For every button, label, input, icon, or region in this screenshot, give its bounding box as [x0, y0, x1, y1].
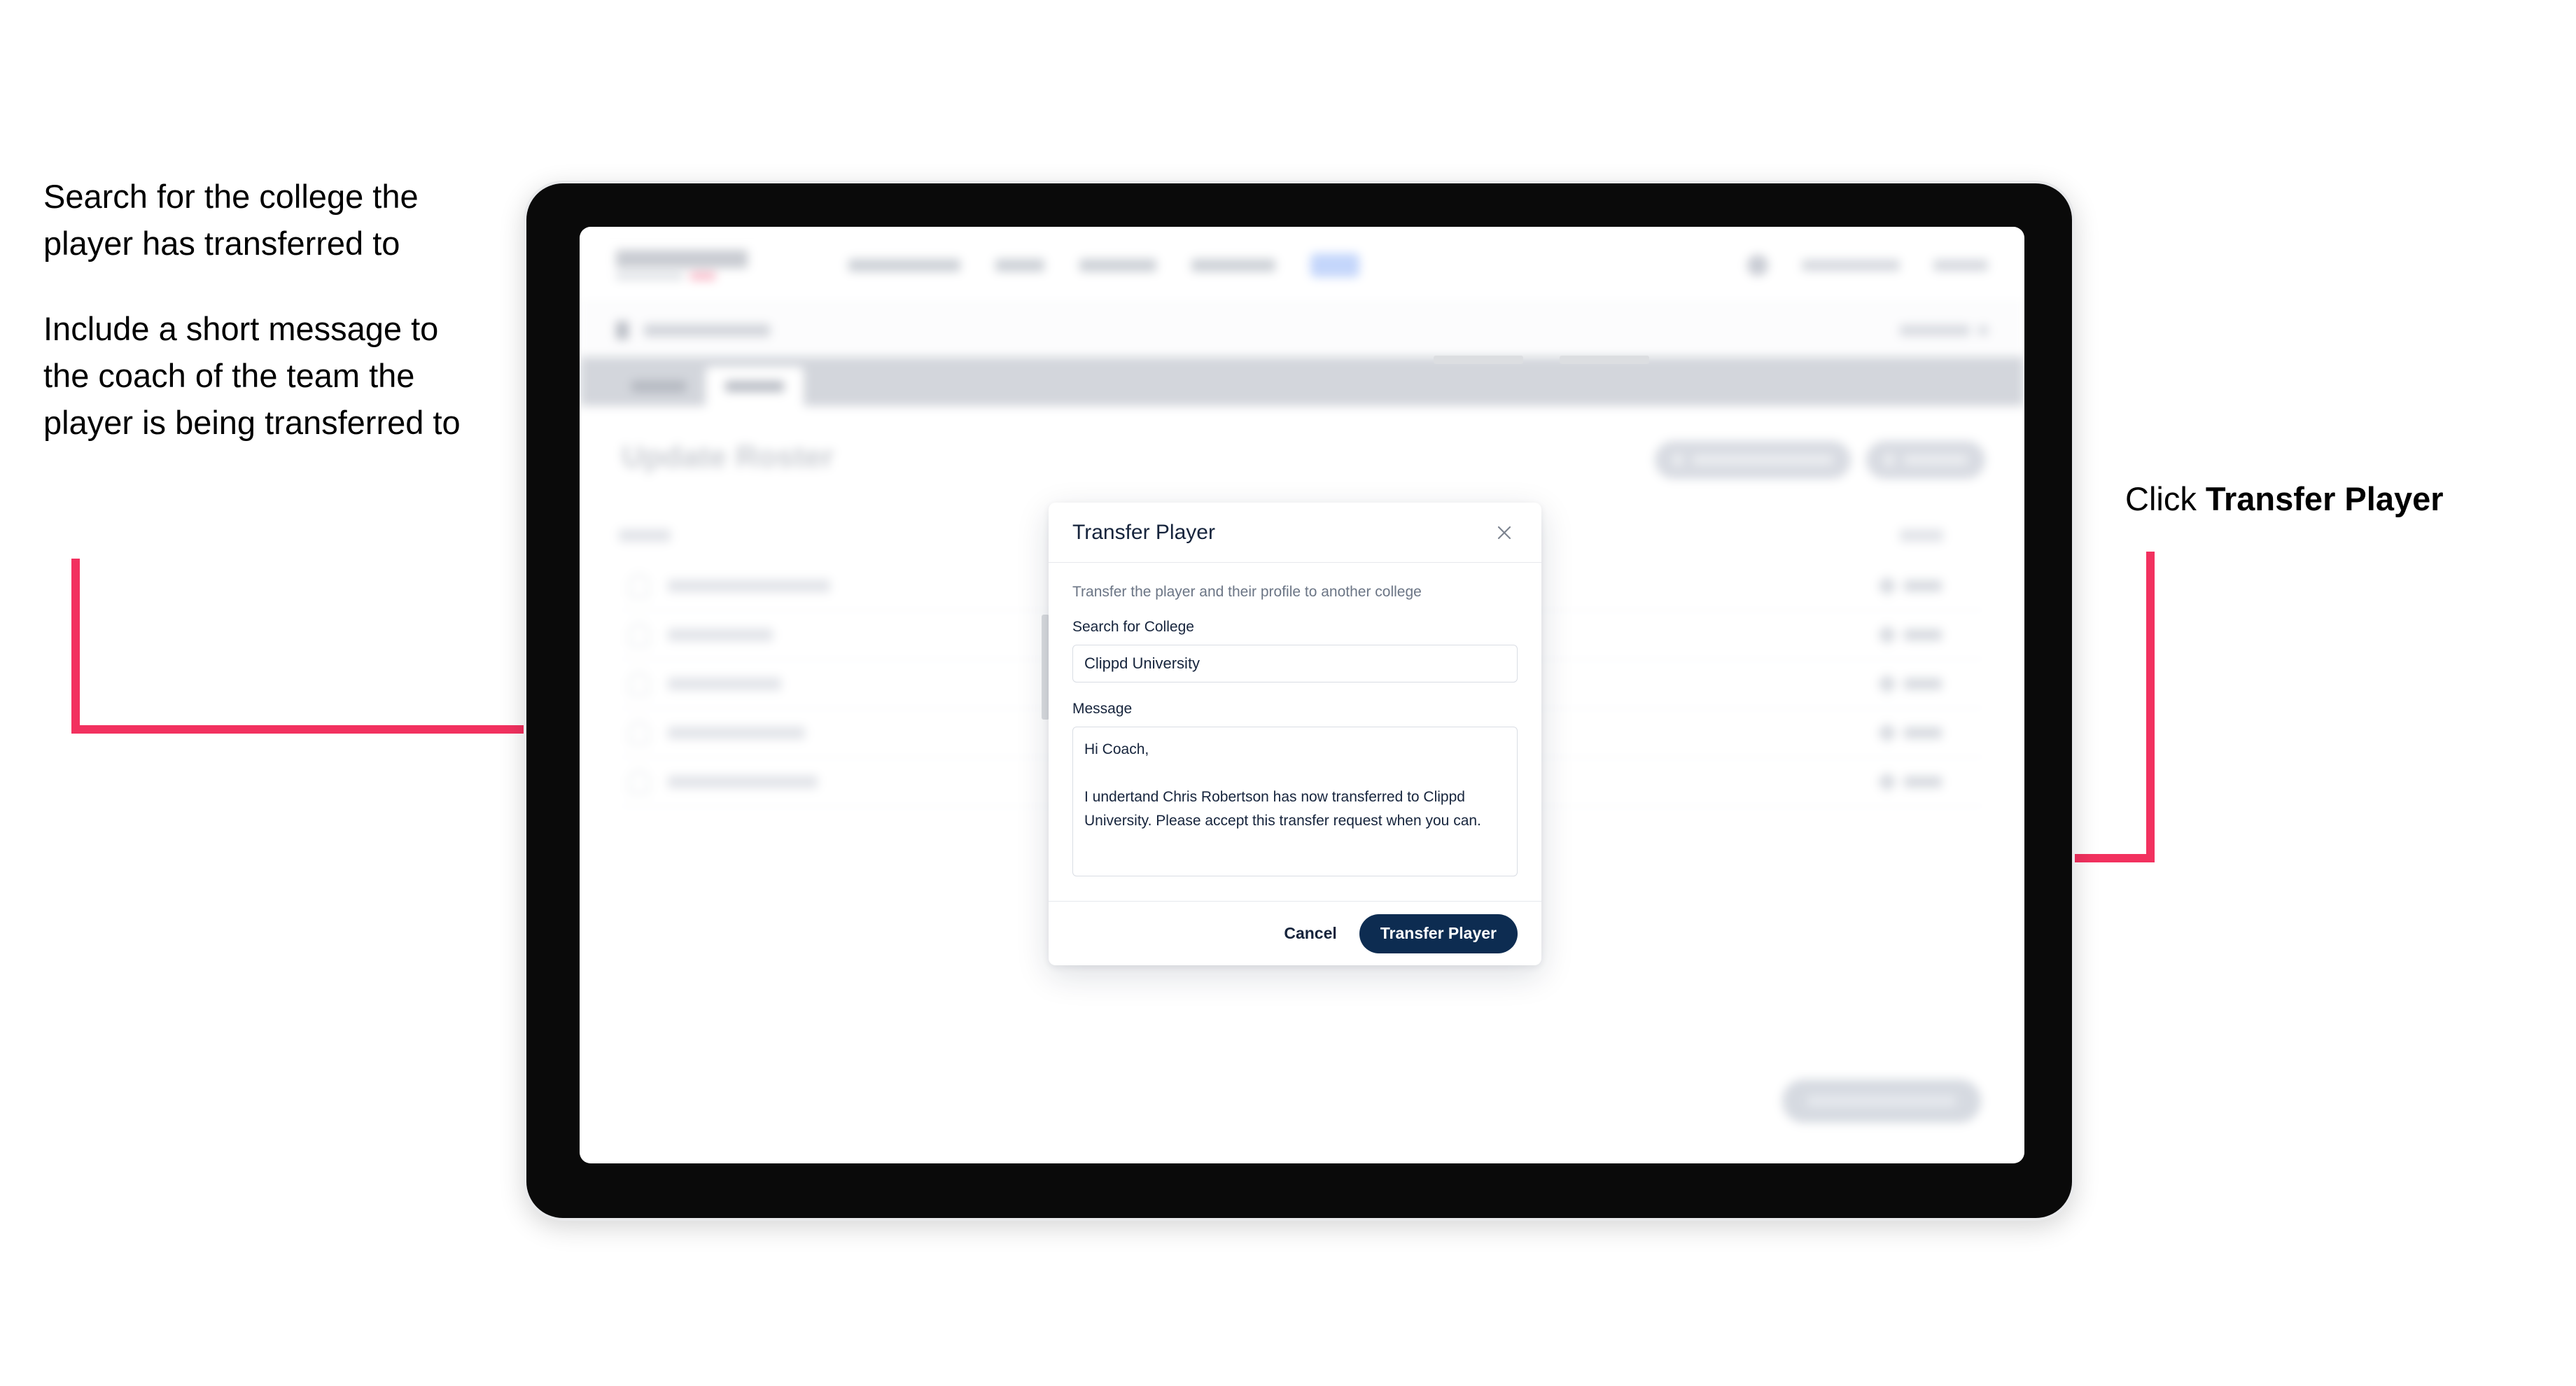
tab-details-label: [631, 381, 686, 392]
logo-wordmark: [616, 250, 748, 268]
player-name: [668, 628, 773, 641]
logo-accent-mark: [690, 272, 715, 280]
transfer-player-button[interactable]: Transfer Player: [1359, 913, 1518, 953]
tab-roster[interactable]: [706, 367, 804, 406]
nav-user-email: [1802, 259, 1900, 271]
add-player-button[interactable]: [1866, 441, 1985, 479]
nav-link-tournaments[interactable]: [848, 258, 960, 272]
tab-bar: [580, 357, 2024, 406]
save-roster-updates-button[interactable]: [1782, 1079, 1981, 1123]
dialog-subtitle: Transfer the player and their profile to…: [1072, 584, 1422, 600]
breadcrumb-actions: [1900, 324, 1988, 336]
message-textarea[interactable]: [1072, 727, 1518, 876]
annotation-left-line-2: Include a short message to the coach of …: [43, 310, 461, 441]
nav-links: [848, 253, 1359, 277]
avatar: [629, 720, 650, 745]
nav-link-analytics[interactable]: [1191, 258, 1275, 272]
breadcrumb-bar: [580, 304, 2024, 357]
transfer-icon: [1673, 454, 1683, 466]
edit-label: [1904, 678, 1942, 690]
edit-action[interactable]: [1877, 771, 1942, 792]
column-header-edit: [1900, 529, 1943, 542]
top-navigation-bar: [580, 227, 2024, 304]
nav-link-members[interactable]: [1079, 258, 1156, 272]
dialog-body: Transfer the player and their profile to…: [1049, 563, 1541, 901]
edit-label: [1904, 580, 1942, 592]
tab-details[interactable]: [612, 367, 706, 406]
avatar: [629, 671, 650, 696]
player-name: [668, 579, 830, 592]
edit-label: [1904, 629, 1942, 640]
request-player-transfer-button[interactable]: [1655, 441, 1851, 479]
device-button-volume-down: [1560, 356, 1649, 364]
pencil-icon: [1877, 575, 1898, 596]
pencil-icon: [1877, 624, 1898, 645]
player-name: [668, 677, 781, 690]
add-player-label: [1904, 455, 1967, 465]
nav-sign-out[interactable]: [1933, 259, 1988, 271]
logo-tagline: [616, 272, 748, 280]
edit-label: [1904, 776, 1942, 788]
edit-action[interactable]: [1877, 673, 1942, 694]
screenshot-root: Search for the college the player has tr…: [0, 0, 2576, 1386]
annotation-right-prefix: Click: [2125, 480, 2206, 517]
field-spacer: [1072, 682, 1518, 701]
dialog-footer: Cancel Transfer Player: [1049, 901, 1541, 965]
plus-icon: [1884, 454, 1894, 466]
annotation-left: Search for the college the player has tr…: [43, 174, 491, 447]
pencil-icon: [1877, 673, 1898, 694]
pencil-icon: [1877, 771, 1898, 792]
request-player-transfer-label: [1693, 455, 1833, 465]
message-field-label: Message: [1072, 701, 1133, 717]
avatar[interactable]: [1747, 254, 1768, 276]
edit-label: [1904, 727, 1942, 738]
avatar: [629, 769, 650, 794]
dialog-title: Transfer Player: [1072, 520, 1215, 544]
page-title: Update Roster: [622, 440, 834, 474]
annotation-right: Click Transfer Player: [2125, 477, 2444, 520]
app-logo[interactable]: [616, 250, 748, 280]
close-icon[interactable]: [1491, 519, 1518, 546]
tab-roster-label: [725, 381, 784, 392]
nav-user-area: [1747, 254, 1988, 276]
edit-action[interactable]: [1877, 624, 1942, 645]
logo-tagline-text: [616, 272, 683, 280]
avatar: [629, 573, 650, 598]
annotation-left-line-1: Search for the college the player has tr…: [43, 178, 419, 262]
device-button-volume-up: [1434, 356, 1523, 364]
column-header-email: [619, 529, 671, 542]
nav-link-teams[interactable]: [995, 258, 1044, 272]
pencil-icon: [1877, 722, 1898, 743]
edit-action[interactable]: [1877, 575, 1942, 596]
chevron-down-icon: [1978, 325, 1988, 335]
nav-badge-admin[interactable]: [1310, 253, 1359, 277]
breadcrumb-label: [644, 323, 770, 337]
edit-action[interactable]: [1877, 722, 1942, 743]
avatar: [629, 622, 650, 647]
player-name: [668, 726, 805, 739]
player-name: [668, 775, 818, 788]
college-field-label: Search for College: [1072, 619, 1194, 635]
cancel-button[interactable]: Cancel: [1281, 917, 1339, 950]
search-college-input[interactable]: [1072, 645, 1518, 682]
dialog-header: Transfer Player: [1049, 503, 1541, 563]
page-header-actions: [1655, 441, 1985, 479]
cancel-link[interactable]: [1900, 324, 1970, 336]
annotation-right-bold: Transfer Player: [2205, 480, 2444, 517]
breadcrumb-icon: [616, 321, 629, 340]
transfer-player-dialog: Transfer Player Transfer the player and …: [1049, 503, 1541, 965]
save-roster-updates-label: [1807, 1096, 1956, 1107]
